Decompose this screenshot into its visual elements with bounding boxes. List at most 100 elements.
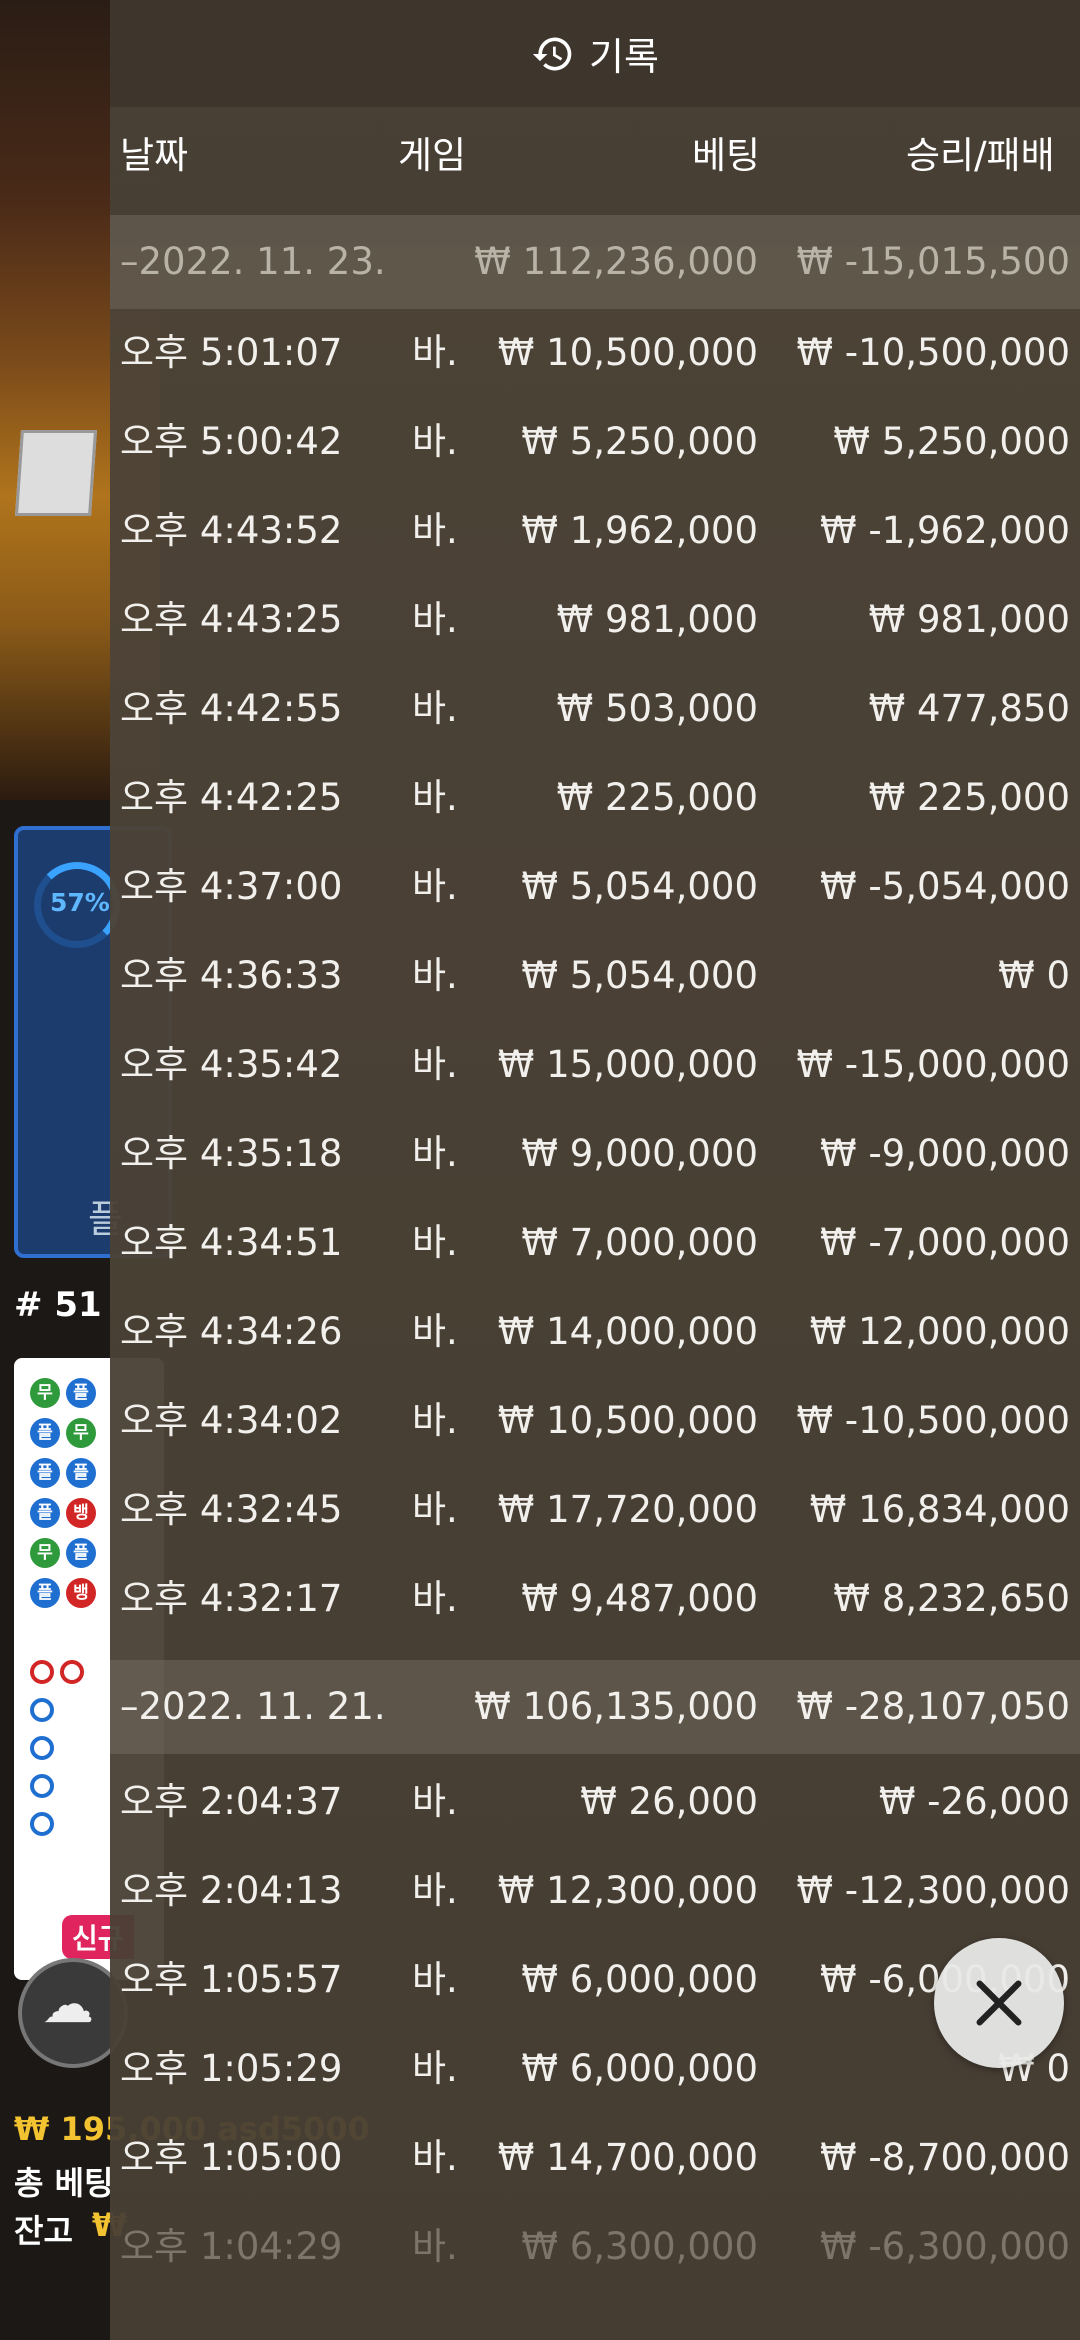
panel-title: 기록	[589, 35, 659, 79]
bead-dot: 플	[66, 1458, 96, 1488]
cell-bet: ₩ 225,000	[556, 776, 758, 819]
stats-percent: 57%	[50, 888, 110, 917]
cell-bet: ₩ 17,720,000	[497, 1488, 758, 1531]
table-row[interactable]: 오후 5:00:42 바. ₩ 5,250,000 ₩ 5,250,000	[110, 397, 1080, 486]
table-row[interactable]: 오후 4:34:26 바. ₩ 14,000,000 ₩ 12,000,000	[110, 1287, 1080, 1376]
bead-road-row: 플플	[30, 1458, 96, 1488]
table-row[interactable]: 오후 1:04:29 바. ₩ 6,300,000 ₩ -6,300,000	[110, 2202, 1080, 2291]
table-row[interactable]: 오후 4:36:33 바. ₩ 5,054,000 ₩ 0	[110, 931, 1080, 1020]
round-number: # 51	[14, 1285, 102, 1325]
cell-game: 바.	[412, 2225, 458, 2268]
bead-dot: 플	[30, 1498, 60, 1528]
cell-bet: ₩ 26,000	[580, 1780, 758, 1823]
cell-game: 바.	[412, 1132, 458, 1175]
cell-bet: ₩ 15,000,000	[497, 1043, 758, 1086]
table-row[interactable]: 오후 4:35:18 바. ₩ 9,000,000 ₩ -9,000,000	[110, 1109, 1080, 1198]
cell-bet: ₩ 112,236,000	[474, 240, 758, 283]
table-row[interactable]: 오후 4:43:52 바. ₩ 1,962,000 ₩ -1,962,000	[110, 486, 1080, 575]
panel-header: 기록	[110, 0, 1080, 107]
date-group-row[interactable]: –2022. 11. 23. ₩ 112,236,000 ₩ -15,015,500	[110, 215, 1080, 309]
cell-time: 오후 1:05:00	[120, 2136, 343, 2179]
cell-time: 오후 2:04:37	[120, 1780, 343, 1823]
table-row[interactable]: 오후 4:42:25 바. ₩ 225,000 ₩ 225,000	[110, 753, 1080, 842]
table-row[interactable]: 오후 4:34:51 바. ₩ 7,000,000 ₩ -7,000,000	[110, 1198, 1080, 1287]
cell-time: 오후 2:04:13	[120, 1869, 343, 1912]
cell-time: 오후 4:43:25	[120, 598, 343, 641]
cell-game: 바.	[412, 420, 458, 463]
cell-time: 오후 4:36:33	[120, 954, 343, 997]
cell-game: 바.	[412, 509, 458, 552]
cell-time: 오후 4:32:17	[120, 1577, 343, 1620]
table-row[interactable]: 오후 4:34:02 바. ₩ 10,500,000 ₩ -10,500,000	[110, 1376, 1080, 1465]
total-bet-label: 총 베팅	[14, 2164, 114, 2202]
table-row[interactable]: 오후 4:43:25 바. ₩ 981,000 ₩ 981,000	[110, 575, 1080, 664]
cell-game: 바.	[412, 2047, 458, 2090]
cell-bet: ₩ 6,000,000	[521, 2047, 758, 2090]
bead-dot: 뱅	[66, 1578, 96, 1608]
table-row[interactable]: 오후 4:42:55 바. ₩ 503,000 ₩ 477,850	[110, 664, 1080, 753]
cell-game: 바.	[412, 598, 458, 641]
close-button[interactable]	[934, 1938, 1064, 2068]
cell-time: 오후 4:32:45	[120, 1488, 343, 1531]
cell-bet: ₩ 10,500,000	[497, 331, 758, 374]
bead-road-grid: 무플플무플플플뱅무플플뱅	[30, 1378, 96, 1618]
bead-road-row: 무플	[30, 1538, 96, 1568]
table-row[interactable]: 오후 5:01:07 바. ₩ 10,500,000 ₩ -10,500,000	[110, 308, 1080, 397]
cell-result: ₩ -10,500,000	[796, 331, 1070, 374]
cell-game: 바.	[412, 1399, 458, 1442]
bead-dot: 플	[66, 1378, 96, 1408]
table-row[interactable]: 오후 4:35:42 바. ₩ 15,000,000 ₩ -15,000,000	[110, 1020, 1080, 1109]
cell-result: ₩ -1,962,000	[819, 509, 1070, 552]
bead-dot: 플	[30, 1458, 60, 1488]
bead-dot: 플	[30, 1578, 60, 1608]
cell-time: 오후 5:00:42	[120, 420, 343, 463]
cell-result: ₩ -9,000,000	[819, 1132, 1070, 1175]
cell-result: ₩ -12,300,000	[796, 1869, 1070, 1912]
cell-bet: ₩ 106,135,000	[474, 1685, 758, 1728]
cell-time: 오후 4:35:18	[120, 1132, 343, 1175]
table-row[interactable]: 오후 4:32:17 바. ₩ 9,487,000 ₩ 8,232,650	[110, 1554, 1080, 1643]
cell-result: ₩ 477,850	[868, 687, 1070, 730]
cell-result: ₩ -6,300,000	[819, 2225, 1070, 2268]
cell-game: 바.	[412, 1869, 458, 1912]
date-group-row[interactable]: –2022. 11. 21. ₩ 106,135,000 ₩ -28,107,050	[110, 1660, 1080, 1754]
cell-game: 바.	[412, 1577, 458, 1620]
cell-bet: ₩ 6,000,000	[521, 1958, 758, 2001]
cell-game: 바.	[412, 1488, 458, 1531]
cell-result: ₩ -15,000,000	[796, 1043, 1070, 1086]
cell-game: 바.	[412, 865, 458, 908]
bead-road-row: 플뱅	[30, 1578, 96, 1608]
history-icon	[532, 37, 572, 70]
cell-result: ₩ -10,500,000	[796, 1399, 1070, 1442]
table-row[interactable]: 오후 2:04:13 바. ₩ 12,300,000 ₩ -12,300,000	[110, 1846, 1080, 1935]
cell-bet: ₩ 9,000,000	[521, 1132, 758, 1175]
bead-dot: 뱅	[66, 1498, 96, 1528]
table-row[interactable]: 오후 4:37:00 바. ₩ 5,054,000 ₩ -5,054,000	[110, 842, 1080, 931]
table-row[interactable]: 오후 2:04:37 바. ₩ 26,000 ₩ -26,000	[110, 1757, 1080, 1846]
cell-game: 바.	[412, 687, 458, 730]
cell-time: 오후 5:01:07	[120, 331, 343, 374]
cell-game: 바.	[412, 1221, 458, 1264]
table-row[interactable]: 오후 1:05:29 바. ₩ 6,000,000 ₩ 0	[110, 2024, 1080, 2113]
cell-game: 바.	[412, 776, 458, 819]
cell-time: –2022. 11. 21.	[120, 1685, 386, 1728]
table-row[interactable]: 오후 1:05:00 바. ₩ 14,700,000 ₩ -8,700,000	[110, 2113, 1080, 2202]
cell-bet: ₩ 14,700,000	[497, 2136, 758, 2179]
bead-dot: 무	[30, 1538, 60, 1568]
cell-bet: ₩ 6,300,000	[521, 2225, 758, 2268]
cell-result: ₩ -15,015,500	[796, 240, 1070, 283]
cell-result: ₩ -5,054,000	[819, 865, 1070, 908]
cell-bet: ₩ 981,000	[556, 598, 758, 641]
close-icon	[976, 1980, 1022, 2026]
cell-bet: ₩ 14,000,000	[497, 1310, 758, 1353]
cell-bet: ₩ 9,487,000	[521, 1577, 758, 1620]
table-row[interactable]: 오후 4:32:45 바. ₩ 17,720,000 ₩ 16,834,000	[110, 1465, 1080, 1554]
big-road	[30, 1660, 90, 1850]
cell-time: 오후 1:04:29	[120, 2225, 343, 2268]
remain-label: 잔고	[14, 2212, 73, 2250]
card-shoe	[14, 430, 98, 516]
cell-result: ₩ -26,000	[878, 1780, 1070, 1823]
cell-result: ₩ 225,000	[868, 776, 1070, 819]
cell-result: ₩ 5,250,000	[833, 420, 1070, 463]
cell-result: ₩ -28,107,050	[796, 1685, 1070, 1728]
